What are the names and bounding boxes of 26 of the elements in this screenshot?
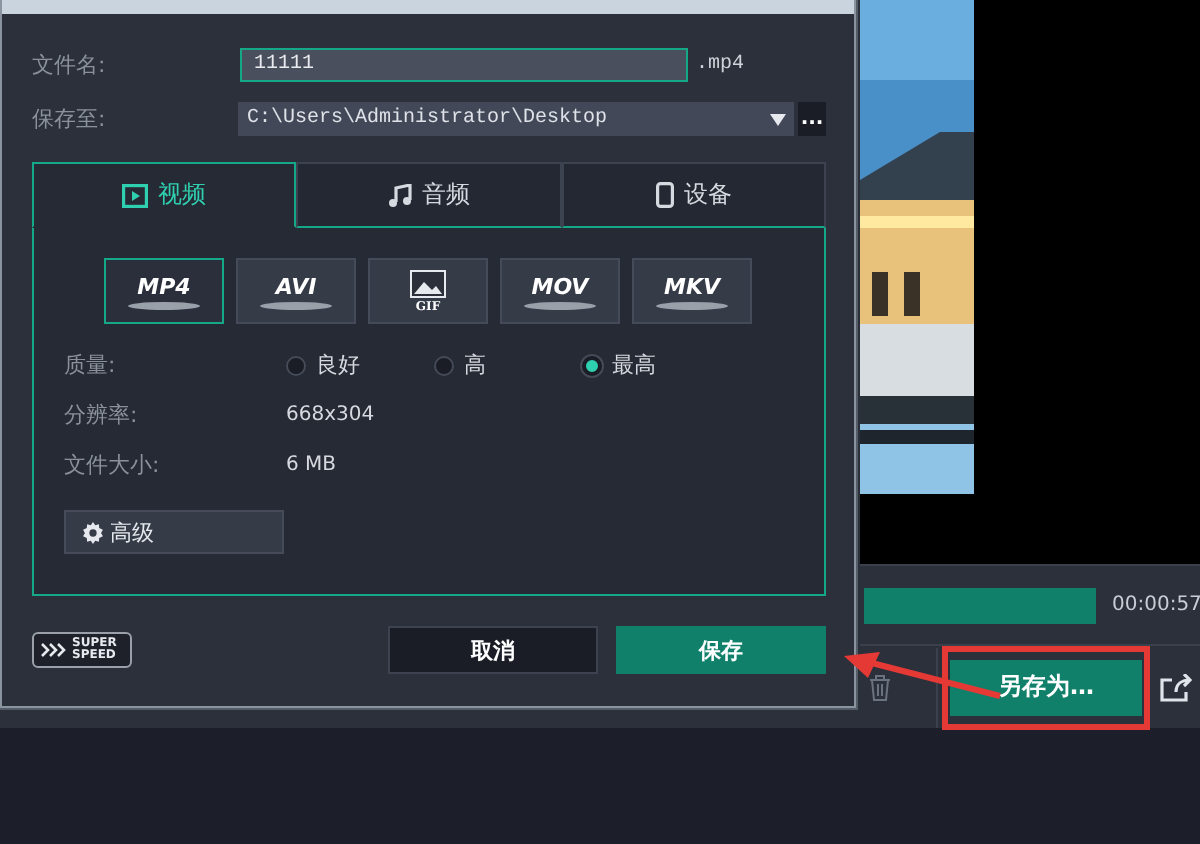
browse-button[interactable]: ... — [798, 102, 826, 136]
format-button[interactable]: MP4 — [104, 258, 224, 324]
quality-option[interactable]: 良好 — [286, 350, 434, 380]
file-name-field[interactable]: 11111 — [240, 48, 688, 82]
extension-label: .mp4 — [696, 54, 745, 76]
format-button[interactable]: MOV — [500, 258, 620, 324]
field-label: 文件大小: — [64, 450, 162, 480]
tab[interactable]: 设备 — [561, 162, 826, 228]
save-button[interactable]: 保存 — [616, 626, 826, 674]
field-label: 文件名: — [32, 50, 108, 80]
time-label: 00:00:57 — [1112, 594, 1200, 616]
tab[interactable]: 音频 — [296, 162, 562, 228]
file-size-value: 6 MB — [286, 454, 337, 476]
field-label: 保存至: — [32, 104, 108, 134]
field-label: 质量: — [64, 350, 118, 380]
field-label: 分辨率: — [64, 400, 140, 430]
folder-dropdown[interactable]: C:\Users\Administrator\Desktop — [238, 102, 795, 136]
format-button[interactable]: MKV — [632, 258, 752, 324]
tab[interactable]: 视频 — [32, 162, 297, 228]
quality-option[interactable]: 最高 — [582, 350, 730, 380]
advanced-button[interactable]: 高级 — [64, 510, 284, 554]
resolution-value: 668x304 — [286, 404, 375, 426]
save-as-button[interactable]: 另存为… — [950, 659, 1142, 715]
quality-option[interactable]: 高 — [434, 350, 582, 380]
format-button[interactable]: AVI — [236, 258, 356, 324]
cancel-button[interactable]: 取消 — [388, 626, 599, 674]
